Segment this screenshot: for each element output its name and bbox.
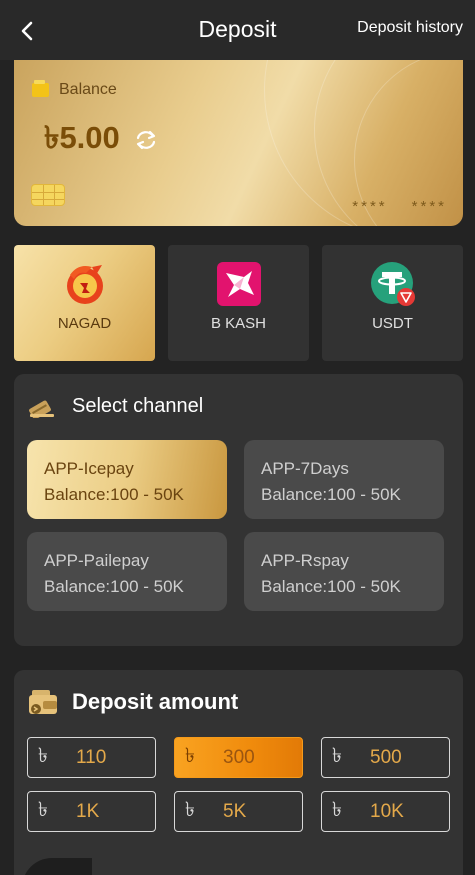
method-bkash[interactable]: B KASH — [168, 245, 309, 361]
channel-option[interactable]: APP-7Days Balance:100 - 50K — [244, 440, 444, 519]
channel-option[interactable]: APP-Icepay Balance:100 - 50K — [27, 440, 227, 519]
balance-amount: ৳5.00 — [44, 120, 120, 155]
payment-method-list: NAGAD B KASH USDT — [14, 245, 463, 361]
deposit-amount-title: Deposit amount — [72, 689, 239, 714]
card-pen-icon — [29, 400, 54, 418]
channel-name: APP-7Days — [261, 459, 349, 478]
wallet-icon — [29, 690, 57, 714]
card-chip-icon — [31, 184, 65, 206]
currency-symbol: ৳ — [332, 799, 342, 821]
method-label: USDT — [372, 315, 413, 332]
channel-name: APP-Pailepay — [44, 551, 149, 570]
currency-symbol: ৳ — [185, 799, 195, 821]
balance-card: Balance ৳5.00 **** **** — [14, 60, 463, 226]
channel-range: Balance:100 - 50K — [44, 485, 184, 504]
back-button[interactable] — [12, 16, 42, 46]
channel-name: APP-Rspay — [261, 551, 349, 570]
amount-value: 300 — [223, 746, 255, 768]
nagad-logo-icon — [66, 265, 103, 304]
amount-value: 5K — [223, 800, 247, 822]
channel-name: APP-Icepay — [44, 459, 134, 478]
bkash-logo-icon — [216, 262, 261, 306]
amount-option[interactable]: ৳ 5K — [174, 791, 303, 832]
page-title: Deposit — [198, 16, 277, 42]
select-channel-title: Select channel — [72, 394, 204, 417]
method-nagad[interactable]: NAGAD — [14, 245, 155, 361]
method-label: B KASH — [210, 315, 267, 332]
refresh-icon[interactable] — [132, 129, 160, 151]
amount-value: 110 — [76, 746, 107, 768]
channel-panel: Select channel APP-Icepay Balance:100 - … — [14, 374, 463, 646]
card-masked-number: **** — [411, 198, 447, 215]
amount-value: 1K — [76, 800, 100, 822]
amount-value: 500 — [370, 746, 402, 768]
card-masked-number: **** — [352, 198, 388, 215]
method-usdt[interactable]: USDT — [322, 245, 463, 361]
usdt-logo-icon — [370, 262, 415, 306]
currency-symbol: ৳ — [38, 745, 48, 767]
top-bar: Deposit Deposit history — [0, 0, 475, 60]
channel-range: Balance:100 - 50K — [261, 485, 401, 504]
amount-option[interactable]: ৳ 10K — [321, 791, 450, 832]
amount-value: 10K — [370, 800, 404, 822]
amount-option[interactable]: ৳ 1K — [27, 791, 156, 832]
currency-symbol: ৳ — [38, 799, 48, 821]
channel-option[interactable]: APP-Pailepay Balance:100 - 50K — [27, 532, 227, 611]
chevron-left-icon — [21, 21, 33, 41]
channel-range: Balance:100 - 50K — [261, 577, 401, 596]
channel-option[interactable]: APP-Rspay Balance:100 - 50K — [244, 532, 444, 611]
currency-symbol: ৳ — [332, 745, 342, 767]
amount-option[interactable]: ৳ 500 — [321, 737, 450, 778]
amount-option[interactable]: ৳ 110 — [27, 737, 156, 778]
channel-range: Balance:100 - 50K — [44, 577, 184, 596]
amount-option[interactable]: ৳ 300 — [174, 737, 303, 778]
deposit-amount-panel: Deposit amount ৳ 110 ৳ 300 ৳ 500 ৳ 1K ৳ … — [14, 670, 463, 875]
balance-label: Balance — [59, 81, 117, 98]
deposit-history-link[interactable]: Deposit history — [357, 19, 463, 37]
currency-symbol: ৳ — [185, 745, 195, 767]
method-label: NAGAD — [57, 315, 112, 332]
wallet-icon — [32, 80, 49, 97]
